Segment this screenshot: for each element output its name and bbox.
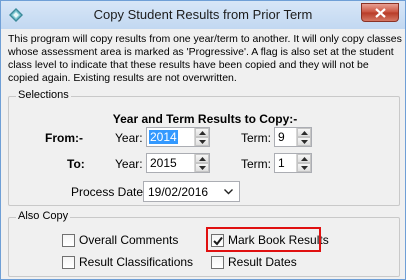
also-copy-group-label: Also Copy — [16, 210, 71, 222]
to-year-spinner-buttons — [194, 154, 209, 172]
from-year-value[interactable]: 2014 — [149, 130, 178, 144]
process-date-picker[interactable]: 19/02/2016 — [143, 181, 240, 202]
spin-up-arrow-icon — [301, 131, 308, 135]
from-term-up-button[interactable] — [297, 128, 311, 137]
description-text: This program will copy results from one … — [8, 33, 402, 84]
spin-up-arrow-icon — [199, 131, 206, 135]
to-year-down-button[interactable] — [195, 163, 209, 172]
to-year-value[interactable]: 2015 — [149, 156, 178, 170]
close-icon — [375, 8, 386, 18]
overall-comments-label[interactable]: Overall Comments — [79, 233, 178, 247]
from-term-spinner-buttons — [296, 128, 311, 146]
to-term-up-button[interactable] — [297, 154, 311, 163]
result-classifications-checkbox[interactable]: Result Classifications — [62, 255, 193, 271]
mark-book-results-highlight — [206, 227, 321, 252]
spin-down-arrow-icon — [199, 140, 206, 144]
result-classifications-checkbox-box[interactable] — [62, 256, 75, 269]
result-classifications-label[interactable]: Result Classifications — [79, 255, 193, 269]
to-term-spinner-buttons — [296, 154, 311, 172]
to-label: To: — [67, 157, 85, 171]
result-dates-checkbox[interactable]: Result Dates — [211, 255, 301, 271]
to-year-up-button[interactable] — [195, 154, 209, 163]
process-date-label: Process Date: — [71, 185, 147, 199]
from-term-down-button[interactable] — [297, 137, 311, 146]
chevron-down-icon[interactable] — [224, 189, 233, 195]
overall-comments-checkbox-box[interactable] — [62, 234, 75, 247]
from-term-label: Term: — [241, 131, 271, 145]
from-year-down-button[interactable] — [195, 137, 209, 146]
spin-down-arrow-icon — [301, 166, 308, 170]
from-year-label: Year: — [115, 131, 143, 145]
selections-group: Selections Year and Term Results to Copy… — [8, 89, 400, 206]
from-year-spinner-buttons — [194, 128, 209, 146]
from-label: From:- — [45, 131, 83, 145]
to-term-spinner[interactable]: 1 — [274, 153, 312, 173]
selections-heading: Year and Term Results to Copy:- — [112, 112, 298, 126]
result-dates-checkbox-box[interactable] — [211, 256, 224, 269]
copy-results-dialog: Copy Student Results from Prior Term Thi… — [0, 0, 406, 280]
close-button[interactable] — [361, 3, 399, 22]
overall-comments-checkbox[interactable]: Overall Comments — [62, 233, 178, 249]
spin-down-arrow-icon — [199, 166, 206, 170]
from-term-spinner[interactable]: 9 — [274, 127, 312, 147]
spin-up-arrow-icon — [301, 157, 308, 161]
selections-group-label: Selections — [16, 89, 71, 101]
to-term-value[interactable]: 1 — [277, 156, 286, 170]
title-bar[interactable]: Copy Student Results from Prior Term — [1, 1, 405, 29]
process-date-value: 19/02/2016 — [148, 185, 209, 199]
to-year-label: Year: — [115, 157, 143, 171]
result-dates-label[interactable]: Result Dates — [228, 255, 297, 269]
window-title: Copy Student Results from Prior Term — [93, 7, 313, 22]
from-year-spinner[interactable]: 2014 — [146, 127, 210, 147]
from-term-value[interactable]: 9 — [277, 130, 286, 144]
from-year-up-button[interactable] — [195, 128, 209, 137]
to-term-down-button[interactable] — [297, 163, 311, 172]
to-year-spinner[interactable]: 2015 — [146, 153, 210, 173]
to-term-label: Term: — [241, 157, 271, 171]
spin-down-arrow-icon — [301, 140, 308, 144]
spin-up-arrow-icon — [199, 157, 206, 161]
